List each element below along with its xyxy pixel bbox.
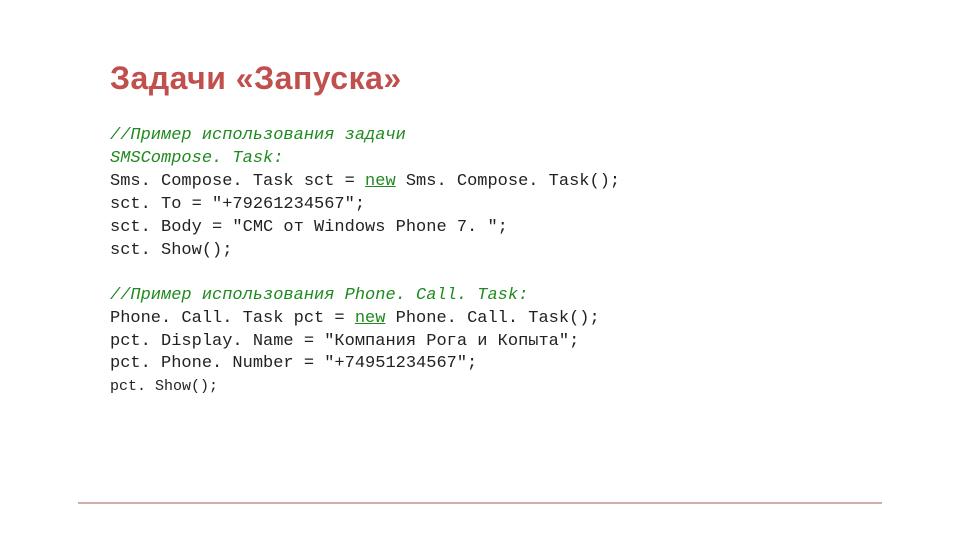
code-line: pct. Display. Name = "Компания Рога и Ко… [110, 332, 579, 351]
divider [78, 502, 882, 504]
keyword-new: new [355, 309, 386, 328]
code-text: Phone. Call. Task pct = [110, 309, 355, 328]
slide-title: Задачи «Запуска» [110, 60, 850, 97]
code-line: pct. Show(); [110, 378, 218, 395]
code-line: sct. To = "+79261234567"; [110, 195, 365, 214]
code-line: Phone. Call. Task pct = new Phone. Call.… [110, 309, 600, 328]
code-line: sct. Body = "СМС от Windows Phone 7. "; [110, 218, 508, 237]
comment-line: SMSCompose. Task: [110, 149, 283, 168]
keyword-new: new [365, 172, 396, 191]
comment-line: //Пример использования задачи [110, 126, 406, 145]
slide: Задачи «Запуска» //Пример использования … [0, 0, 960, 540]
code-text: Sms. Compose. Task(); [396, 172, 620, 191]
code-line: sct. Show(); [110, 241, 232, 260]
code-line: pct. Phone. Number = "+74951234567"; [110, 354, 477, 373]
code-line: Sms. Compose. Task sct = new Sms. Compos… [110, 172, 620, 191]
code-text: Sms. Compose. Task sct = [110, 172, 365, 191]
comment-line: //Пример использования Phone. Call. Task… [110, 286, 528, 305]
code-text: Phone. Call. Task(); [385, 309, 599, 328]
code-block-sms: //Пример использования задачи SMSCompose… [110, 125, 850, 263]
code-block-phonecall: //Пример использования Phone. Call. Task… [110, 285, 850, 400]
